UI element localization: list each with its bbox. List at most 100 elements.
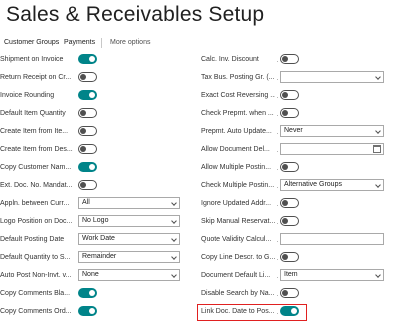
toggle-knob: [80, 182, 86, 188]
chevron-down-icon: [375, 272, 381, 278]
field-label: Shipment on Invoice: [0, 56, 64, 63]
field-row: Default Item Quantity: [0, 107, 180, 120]
field-label: Default Quantity to S...: [0, 254, 71, 261]
field-label: Tax Bus. Posting Gr. (...: [201, 74, 275, 81]
toggle-switch[interactable]: [280, 90, 299, 100]
toggle-switch[interactable]: [280, 252, 299, 262]
field-leader: [277, 259, 278, 260]
field-row: Shipment on Invoice: [0, 53, 180, 66]
toggle-switch[interactable]: [280, 216, 299, 226]
field-label: Invoice Rounding: [0, 92, 55, 99]
chevron-down-icon: [171, 254, 177, 260]
field-label: Auto Post Non-Invt. v...: [0, 272, 72, 279]
field-label: Check Multiple Postin...: [201, 182, 275, 189]
toggle-switch[interactable]: [78, 144, 97, 154]
field-row: Exact Cost Reversing ...: [201, 89, 384, 102]
field-label: Allow Document Del...: [201, 146, 270, 153]
toggle-knob: [282, 56, 288, 62]
toggle-switch[interactable]: [280, 198, 299, 208]
chevron-down-icon: [375, 128, 381, 134]
field-row: Copy Line Descr. to G...: [201, 251, 384, 264]
field-label: Copy Line Descr. to G...: [201, 254, 275, 261]
select-field[interactable]: No Logo: [78, 215, 180, 227]
chevron-down-icon: [171, 272, 177, 278]
toggle-switch[interactable]: [280, 162, 299, 172]
payments-action[interactable]: Payments: [64, 39, 95, 46]
select-field[interactable]: Item: [280, 269, 384, 281]
select-field[interactable]: [280, 71, 384, 83]
field-label: Copy Comments Ord...: [0, 308, 72, 315]
field-row: Prepmt. Auto Update... Never: [201, 125, 384, 138]
select-field[interactable]: All: [78, 197, 180, 209]
chevron-down-icon: [375, 74, 381, 80]
toggle-switch[interactable]: [78, 288, 97, 298]
field-value: All: [82, 199, 90, 206]
field-label: Copy Comments Bla...: [0, 290, 71, 297]
field-label: Return Receipt on Cr...: [0, 74, 72, 81]
text-field[interactable]: [280, 233, 384, 245]
field-label: Allow Multiple Postin...: [201, 164, 272, 171]
field-row: Logo Position on Doc... No Logo: [0, 215, 180, 228]
field-row: Skip Manual Reservat...: [201, 215, 384, 228]
calendar-icon[interactable]: [373, 145, 381, 153]
field-label: Quote Validity Calcul...: [201, 236, 272, 243]
field-value: None: [82, 271, 99, 278]
field-label: Default Posting Date: [0, 236, 65, 243]
field-row: Ignore Updated Addr...: [201, 197, 384, 210]
toggle-switch[interactable]: [78, 72, 97, 82]
field-label: Create Item from Ite...: [0, 128, 69, 135]
toggle-switch[interactable]: [78, 108, 97, 118]
customer-groups-action[interactable]: Customer Groups: [4, 39, 59, 46]
field-leader: [277, 205, 278, 206]
select-field[interactable]: Alternative Groups: [280, 179, 384, 191]
toggle-switch[interactable]: [280, 54, 299, 64]
chevron-down-icon: [171, 236, 177, 242]
field-row: Create Item from Des...: [0, 143, 180, 156]
toggle-switch[interactable]: [78, 162, 97, 172]
field-row: Ext. Doc. No. Mandat...: [0, 179, 180, 192]
field-row: Return Receipt on Cr...: [0, 71, 180, 84]
field-row: Disable Search by Na...: [201, 287, 384, 300]
field-leader: [277, 79, 278, 80]
more-options-action[interactable]: More options: [110, 39, 150, 46]
date-field[interactable]: [280, 143, 384, 155]
field-leader: [277, 151, 278, 152]
field-leader: [277, 61, 278, 62]
field-row: Copy Customer Nam...: [0, 161, 180, 174]
field-leader: [277, 223, 278, 224]
field-row: Calc. Inv. Discount: [201, 53, 384, 66]
chevron-down-icon: [171, 200, 177, 206]
field-leader: [277, 133, 278, 134]
field-leader: [277, 97, 278, 98]
toggle-knob: [89, 290, 95, 296]
field-leader: [277, 277, 278, 278]
toggle-switch[interactable]: [78, 180, 97, 190]
select-field[interactable]: None: [78, 269, 180, 281]
toggle-knob: [80, 110, 86, 116]
field-value: Alternative Groups: [284, 181, 342, 188]
toggle-switch[interactable]: [78, 54, 97, 64]
select-field[interactable]: Work Date: [78, 233, 180, 245]
action-bar: Customer Groups Payments More options: [0, 36, 394, 50]
select-field[interactable]: Never: [280, 125, 384, 137]
toggle-switch[interactable]: [280, 288, 299, 298]
field-row: Allow Document Del...: [201, 143, 384, 156]
toggle-switch[interactable]: [78, 126, 97, 136]
field-row: Auto Post Non-Invt. v... None: [0, 269, 180, 282]
field-row: Copy Comments Ord...: [0, 305, 180, 318]
sales-receivables-setup-page: Sales & Receivables Setup Customer Group…: [0, 0, 394, 329]
field-label: Check Prepmt. when ...: [201, 110, 274, 117]
field-leader: [277, 295, 278, 296]
field-value: Item: [284, 271, 298, 278]
field-leader: [277, 241, 278, 242]
field-row: Document Default Li... Item: [201, 269, 384, 282]
select-field[interactable]: Remainder: [78, 251, 180, 263]
highlight-box: [197, 304, 307, 321]
toggle-switch[interactable]: [280, 108, 299, 118]
toggle-knob: [89, 164, 95, 170]
chevron-down-icon: [171, 218, 177, 224]
toggle-switch[interactable]: [78, 306, 97, 316]
toggle-switch[interactable]: [78, 90, 97, 100]
field-value: Remainder: [82, 253, 117, 260]
field-label: Skip Manual Reservat...: [201, 218, 275, 225]
